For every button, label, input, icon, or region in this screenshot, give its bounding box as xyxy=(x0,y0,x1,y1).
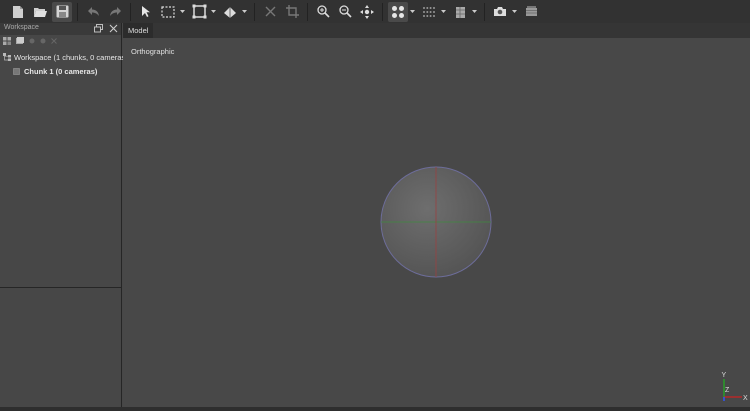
chunk-item[interactable]: Chunk 1 (0 cameras) xyxy=(0,64,121,78)
toolbar-separator xyxy=(484,2,485,21)
close-pane-icon[interactable] xyxy=(109,24,118,33)
merge-chunks-icon[interactable] xyxy=(29,38,35,44)
folder-open-icon xyxy=(33,7,47,17)
workspace-root-item[interactable]: Workspace (1 chunks, 0 cameras) xyxy=(0,50,128,64)
save-icon xyxy=(56,5,68,18)
zoom-out-button[interactable] xyxy=(335,2,355,22)
rotate-object-button[interactable] xyxy=(220,2,240,22)
toolbar-separator xyxy=(130,2,131,21)
save-button[interactable] xyxy=(52,1,72,22)
chunk-icon xyxy=(13,67,20,75)
status-bar xyxy=(0,407,750,411)
points-button[interactable] xyxy=(388,1,408,22)
chevron-down-icon xyxy=(440,10,446,13)
dense-cloud-button[interactable] xyxy=(419,2,439,22)
undo-icon xyxy=(87,7,99,16)
chevron-down-icon xyxy=(241,10,247,13)
resize-region-icon xyxy=(192,4,206,19)
zoom-out-icon xyxy=(338,5,352,18)
resize-region-dropdown[interactable] xyxy=(210,2,216,22)
crop-icon xyxy=(285,5,299,18)
axis-gizmo: Y Z X xyxy=(722,372,749,402)
workspace-pane: Workspace Workspace (1 chunks, 0 cameras… xyxy=(0,23,128,408)
close-icon xyxy=(265,6,275,17)
workspace-title-bar: Workspace xyxy=(0,23,121,35)
tiled-model-dropdown[interactable] xyxy=(471,2,477,22)
new-document-icon xyxy=(13,5,23,18)
pane-splitter[interactable] xyxy=(0,287,121,288)
toolbar-separator xyxy=(307,2,308,21)
align-chunks-icon[interactable] xyxy=(40,38,46,44)
workspace-icon xyxy=(3,53,11,61)
camera-icon xyxy=(494,7,506,16)
remove-item-icon[interactable] xyxy=(51,38,57,44)
model-shading-button[interactable] xyxy=(521,2,541,22)
move-object-button[interactable] xyxy=(357,2,377,22)
workspace-title: Workspace xyxy=(4,24,39,31)
model-view: Model Orthographic Y Z X xyxy=(123,23,750,408)
tiled-model-button[interactable] xyxy=(450,2,470,22)
move-icon xyxy=(360,4,374,19)
points-dropdown[interactable] xyxy=(409,2,415,22)
chevron-down-icon xyxy=(511,10,517,13)
capture-view-dropdown[interactable] xyxy=(511,2,517,22)
toolbar-separator xyxy=(254,2,255,21)
undo-button[interactable] xyxy=(83,2,103,22)
chevron-down-icon xyxy=(210,10,216,13)
toolbar-separator xyxy=(77,2,78,21)
rectangle-selection-dropdown[interactable] xyxy=(179,2,185,22)
chevron-down-icon xyxy=(409,10,415,13)
zoom-in-button[interactable] xyxy=(313,2,333,22)
x-axis-label: X xyxy=(743,395,748,402)
tab-model[interactable]: Model xyxy=(123,23,154,38)
workspace-tree: Workspace (1 chunks, 0 cameras) Chunk 1 … xyxy=(0,47,128,78)
rotate-object-dropdown[interactable] xyxy=(241,2,247,22)
chevron-down-icon xyxy=(179,10,185,13)
rectangle-selection-icon xyxy=(161,5,175,18)
resize-region-button[interactable] xyxy=(189,2,209,22)
delete-selection-button[interactable] xyxy=(260,2,280,22)
add-chunk-icon[interactable] xyxy=(3,37,11,45)
workspace-root-label: Workspace (1 chunks, 0 cameras) xyxy=(14,52,128,62)
trackball-sphere[interactable] xyxy=(380,166,492,278)
toolbar-separator xyxy=(382,2,383,21)
zoom-in-icon xyxy=(316,5,330,18)
navigation-button[interactable] xyxy=(136,2,156,22)
model-viewport[interactable] xyxy=(123,38,750,408)
new-document-button[interactable] xyxy=(8,2,28,22)
chevron-down-icon xyxy=(471,10,477,13)
open-button[interactable] xyxy=(30,2,50,22)
chunk-label: Chunk 1 (0 cameras) xyxy=(24,66,98,76)
tiled-model-icon xyxy=(455,6,465,18)
rotate-object-icon xyxy=(224,6,236,18)
redo-icon xyxy=(109,7,121,16)
pointer-icon xyxy=(142,6,150,17)
capture-view-button[interactable] xyxy=(490,2,510,22)
points-icon xyxy=(392,5,404,18)
workspace-toolbar xyxy=(0,35,121,47)
add-photos-icon[interactable] xyxy=(16,37,24,45)
crop-selection-button[interactable] xyxy=(282,2,302,22)
view-tab-bar: Model xyxy=(123,23,750,38)
dense-cloud-icon xyxy=(423,6,435,17)
z-axis-label: Z xyxy=(725,387,730,394)
y-axis-label: Y xyxy=(722,372,727,379)
float-window-icon[interactable] xyxy=(94,24,103,33)
model-shading-icon xyxy=(525,6,537,16)
redo-button[interactable] xyxy=(105,2,125,22)
main-toolbar xyxy=(0,0,750,23)
rectangle-selection-button[interactable] xyxy=(158,2,178,22)
dense-cloud-dropdown[interactable] xyxy=(440,2,446,22)
